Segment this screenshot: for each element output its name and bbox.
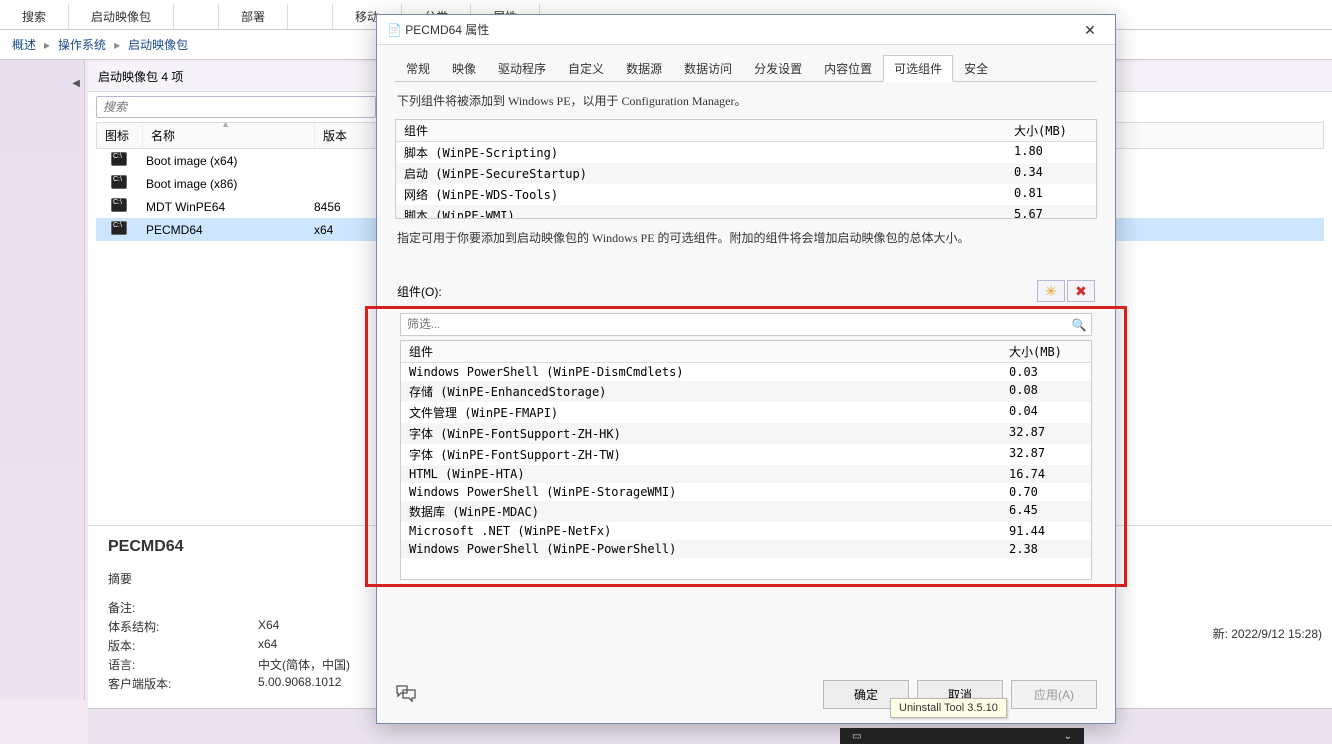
ribbon-tab[interactable]: 启动映像包: [69, 4, 174, 29]
collapse-icon[interactable]: ◀: [72, 78, 80, 89]
table-row[interactable]: 文件管理 (WinPE-FMAPI)0.04: [401, 402, 1091, 423]
components-label: 组件(O):: [397, 283, 442, 300]
table-row[interactable]: Windows PowerShell (WinPE-StorageWMI)0.7…: [401, 483, 1091, 501]
col-version[interactable]: 版本: [315, 123, 375, 148]
feedback-icon[interactable]: [395, 684, 423, 706]
highlight-annotation: 🔍 组件 大小(MB) Windows PowerShell (WinPE-Di…: [365, 306, 1127, 587]
detail-value: X64: [258, 618, 279, 635]
row-version: x64: [314, 223, 374, 237]
table-row[interactable]: 网络 (WinPE-WDS-Tools)0.81: [396, 184, 1096, 205]
dialog-tab[interactable]: 可选组件: [883, 55, 953, 82]
mid-description: 指定可用于你要添加到启动映像包的 Windows PE 的可选组件。附加的组件将…: [397, 229, 1095, 246]
dialog-tab[interactable]: 内容位置: [813, 55, 883, 82]
chevron-right-icon: ▸: [44, 38, 50, 52]
remove-component-button[interactable]: ✖: [1067, 280, 1095, 302]
available-components-box: 组件 大小(MB) Windows PowerShell (WinPE-Dism…: [400, 340, 1092, 580]
chevron-down-icon[interactable]: ⌄: [1064, 731, 1072, 742]
close-icon[interactable]: ✕: [1075, 23, 1105, 37]
dialog-tabs: 常规映像驱动程序自定义数据源数据访问分发设置内容位置可选组件安全: [395, 55, 1097, 82]
ribbon-tab[interactable]: 部署: [219, 4, 288, 29]
table-row[interactable]: 脚本 (WinPE-WMI)5.67: [396, 205, 1096, 219]
left-panel: ◀: [0, 60, 85, 700]
add-component-button[interactable]: ✳: [1037, 280, 1065, 302]
table-row[interactable]: 启动 (WinPE-SecureStartup)0.34: [396, 163, 1096, 184]
dialog-tab[interactable]: 自定义: [557, 55, 615, 82]
apply-button[interactable]: 应用(A): [1011, 680, 1097, 709]
sort-icon: ▲: [221, 119, 230, 129]
table-row[interactable]: Microsoft .NET (WinPE-NetFx)91.44: [401, 522, 1091, 540]
tooltip: Uninstall Tool 3.5.10: [890, 698, 1007, 718]
row-name: Boot image (x64): [142, 154, 314, 168]
ribbon-tab[interactable]: 搜索: [0, 4, 69, 29]
table-row[interactable]: 数据库 (WinPE-MDAC)6.45: [401, 501, 1091, 522]
breadcrumb-item[interactable]: 概述: [12, 36, 36, 53]
breadcrumb-item[interactable]: 启动映像包: [128, 36, 188, 53]
added-table-header[interactable]: 组件 大小(MB): [396, 120, 1096, 142]
search-icon[interactable]: 🔍: [1067, 318, 1091, 332]
components-label-row: 组件(O): ✳ ✖: [397, 280, 1095, 302]
available-table-header[interactable]: 组件 大小(MB): [401, 341, 1091, 363]
ribbon-tab[interactable]: [174, 4, 219, 29]
table-row[interactable]: 脚本 (WinPE-Scripting)1.80: [396, 142, 1096, 163]
added-components-box: 组件 大小(MB) 脚本 (WinPE-Scripting)1.80启动 (Wi…: [395, 119, 1097, 219]
chevron-right-icon: ▸: [114, 38, 120, 52]
col-name[interactable]: 名称▲: [143, 123, 315, 148]
row-icon: [96, 221, 142, 238]
timestamp-text: 新: 2022/9/12 15:28): [1213, 625, 1322, 642]
table-row[interactable]: 存储 (WinPE-EnhancedStorage)0.08: [401, 381, 1091, 402]
detail-key: 版本:: [108, 637, 258, 654]
dialog-tab[interactable]: 分发设置: [743, 55, 813, 82]
row-name: PECMD64: [142, 223, 314, 237]
breadcrumb-item[interactable]: 操作系统: [58, 36, 106, 53]
detail-key: 语言:: [108, 656, 258, 673]
detail-value: x64: [258, 637, 277, 654]
taskbar-fragment: ▭ ⌄: [840, 728, 1084, 744]
table-row[interactable]: 字体 (WinPE-FontSupport-ZH-HK)32.87: [401, 423, 1091, 444]
search-input[interactable]: [96, 96, 376, 118]
table-row[interactable]: Windows PowerShell (WinPE-DismCmdlets)0.…: [401, 363, 1091, 381]
filter-input[interactable]: [401, 314, 1067, 335]
properties-dialog: 📄 PECMD64 属性 ✕ 常规映像驱动程序自定义数据源数据访问分发设置内容位…: [376, 14, 1116, 724]
detail-key: 体系结构:: [108, 618, 258, 635]
ribbon-tab[interactable]: [288, 4, 333, 29]
dialog-tab[interactable]: 数据访问: [673, 55, 743, 82]
list-title: 启动映像包 4 项: [98, 68, 183, 85]
dialog-description: 下列组件将被添加到 Windows PE，以用于 Configuration M…: [397, 92, 1095, 109]
table-row[interactable]: 字体 (WinPE-FontSupport-ZH-TW)32.87: [401, 444, 1091, 465]
dialog-tab[interactable]: 驱动程序: [487, 55, 557, 82]
col-icon[interactable]: 图标: [97, 123, 143, 148]
dialog-tab[interactable]: 数据源: [615, 55, 673, 82]
dialog-titlebar[interactable]: 📄 PECMD64 属性 ✕: [377, 15, 1115, 45]
row-icon: [96, 198, 142, 215]
taskbar-item[interactable]: ▭: [852, 731, 861, 742]
detail-key: 备注:: [108, 599, 258, 616]
dialog-tab[interactable]: 映像: [441, 55, 487, 82]
detail-value: 中文(简体，中国): [258, 656, 350, 673]
filter-row: 🔍: [400, 313, 1092, 336]
row-icon: [96, 152, 142, 169]
detail-value: 5.00.9068.1012: [258, 675, 341, 692]
table-row[interactable]: HTML (WinPE-HTA)16.74: [401, 465, 1091, 483]
table-row[interactable]: Windows PowerShell (WinPE-PowerShell)2.3…: [401, 540, 1091, 558]
row-icon: [96, 175, 142, 192]
row-name: MDT WinPE64: [142, 200, 314, 214]
row-version: 8456: [314, 200, 374, 214]
detail-key: 客户端版本:: [108, 675, 258, 692]
dialog-tab[interactable]: 安全: [953, 55, 999, 82]
dialog-title: 📄 PECMD64 属性: [387, 21, 489, 38]
dialog-tab[interactable]: 常规: [395, 55, 441, 82]
row-name: Boot image (x86): [142, 177, 314, 191]
